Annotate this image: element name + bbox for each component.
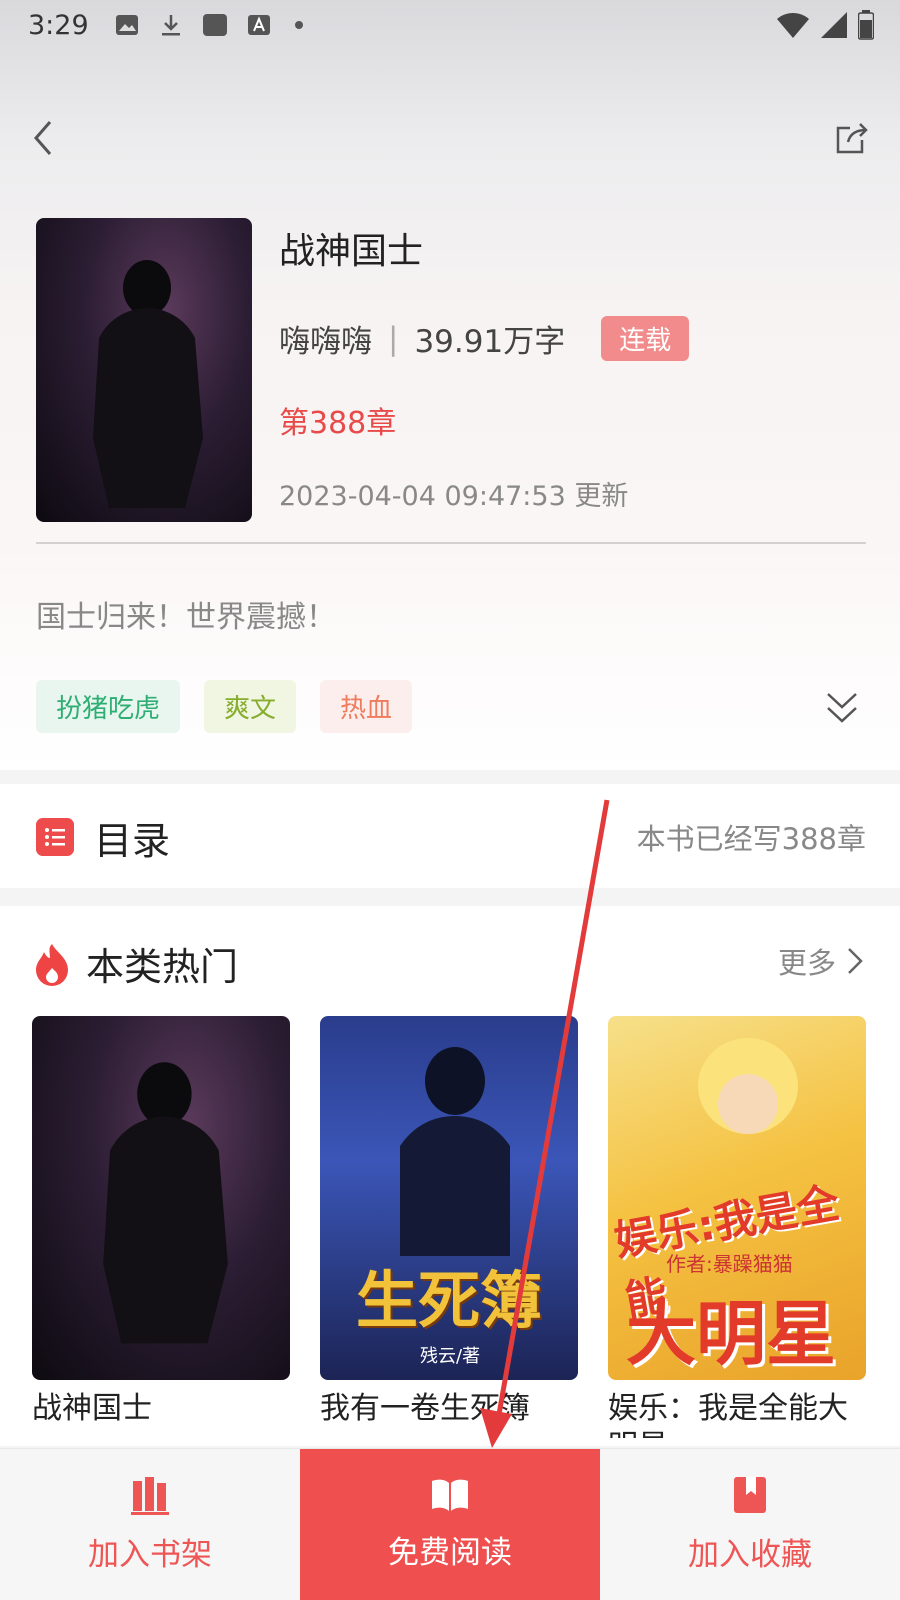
wifi-icon xyxy=(777,13,809,38)
image-icon xyxy=(115,15,138,35)
tag-item[interactable]: 热血 xyxy=(320,680,413,733)
back-arrow-icon[interactable] xyxy=(28,118,58,158)
bookmark-icon xyxy=(734,1477,766,1513)
cover-title-art: 生死簿 xyxy=(355,1264,542,1337)
download-icon xyxy=(161,15,180,36)
book-description: 国士归来！世界震撼！ xyxy=(36,600,336,635)
hot-section: 本类热门 更多 战神国士 生死簿 残云/著 我有一卷生死簿 娱乐:我是全能 作者… xyxy=(0,906,900,1446)
toc-title: 目录 xyxy=(94,819,171,863)
bottom-action-bar: 加入书架 免费阅读 加入收藏 xyxy=(0,1448,900,1600)
book-title: 战神国士 xyxy=(279,231,424,272)
book-card-cover xyxy=(32,1016,290,1380)
latest-chapter[interactable]: 第388章 xyxy=(279,398,396,442)
divider xyxy=(36,542,866,544)
status-badge: 连载 xyxy=(601,316,690,361)
book-card-list: 战神国士 生死簿 残云/著 我有一卷生死簿 娱乐:我是全能 作者:暴躁猫猫 大明… xyxy=(32,1016,866,1438)
add-to-shelf-button[interactable]: 加入书架 xyxy=(0,1449,300,1600)
flame-icon xyxy=(36,944,68,986)
meta-separator: | xyxy=(388,320,399,357)
tag-item[interactable]: 爽文 xyxy=(204,680,297,733)
cover-author-art: 作者:暴躁猫猫 xyxy=(666,1252,793,1276)
book-cover xyxy=(36,218,252,522)
book-card[interactable]: 战神国士 xyxy=(32,1016,290,1438)
expand-chevron-icon[interactable] xyxy=(824,688,860,728)
share-icon[interactable] xyxy=(834,120,870,156)
free-read-button[interactable]: 免费阅读 xyxy=(300,1449,600,1600)
tag-list: 扮猪吃虎 爽文 热血 xyxy=(36,680,413,733)
update-time: 2023-04-04 09:47:53 更新 xyxy=(279,481,629,512)
open-book-icon xyxy=(432,1479,468,1511)
signal-icon xyxy=(821,12,847,38)
book-card[interactable]: 娱乐:我是全能 作者:暴躁猫猫 大明星 娱乐：我是全能大明星 xyxy=(608,1016,866,1438)
cover-title-art: 大明星 xyxy=(626,1293,836,1375)
status-time: 3:29 xyxy=(28,9,89,41)
book-card-title: 我有一卷生死簿 xyxy=(320,1391,530,1426)
more-label: 更多 xyxy=(777,946,836,980)
free-read-label: 免费阅读 xyxy=(388,1535,512,1571)
app-square-icon xyxy=(202,14,227,36)
add-to-favorites-label: 加入收藏 xyxy=(688,1537,812,1573)
cover-figure xyxy=(103,1062,228,1344)
more-link[interactable]: 更多 xyxy=(778,940,864,982)
list-icon xyxy=(36,818,74,856)
tag-item[interactable]: 扮猪吃虎 xyxy=(36,680,181,733)
chevron-right-icon xyxy=(848,948,863,974)
font-icon xyxy=(247,15,270,35)
book-meta: 嗨嗨嗨 | 39.91万字 连载 xyxy=(279,316,690,361)
cover-author-art: 残云/著 xyxy=(420,1346,481,1367)
book-card-cover: 生死簿 残云/著 xyxy=(320,1016,578,1380)
book-card-cover: 娱乐:我是全能 作者:暴躁猫猫 大明星 xyxy=(608,1016,866,1380)
book-card-title: 娱乐：我是全能大明星 xyxy=(608,1391,848,1438)
toc-row[interactable]: 目录 本书已经写388章 xyxy=(0,784,900,888)
notification-dot-icon xyxy=(294,21,303,29)
cover-figure xyxy=(93,260,203,508)
add-to-favorites-button[interactable]: 加入收藏 xyxy=(600,1449,900,1600)
add-to-shelf-label: 加入书架 xyxy=(88,1537,212,1573)
book-author: 嗨嗨嗨 xyxy=(279,324,372,360)
cover-figure xyxy=(400,1047,510,1256)
status-right xyxy=(776,10,874,40)
book-card-title: 战神国士 xyxy=(32,1391,152,1426)
battery-icon xyxy=(858,10,874,40)
section-title: 本类热门 xyxy=(86,945,239,989)
cover-figure xyxy=(698,1038,798,1134)
book-card[interactable]: 生死簿 残云/著 我有一卷生死簿 xyxy=(320,1016,578,1438)
bookshelf-icon xyxy=(131,1477,169,1515)
word-count: 39.91万字 xyxy=(414,324,566,360)
toc-count: 本书已经写388章 xyxy=(636,822,866,856)
status-bar: 3:29 xyxy=(0,0,900,50)
